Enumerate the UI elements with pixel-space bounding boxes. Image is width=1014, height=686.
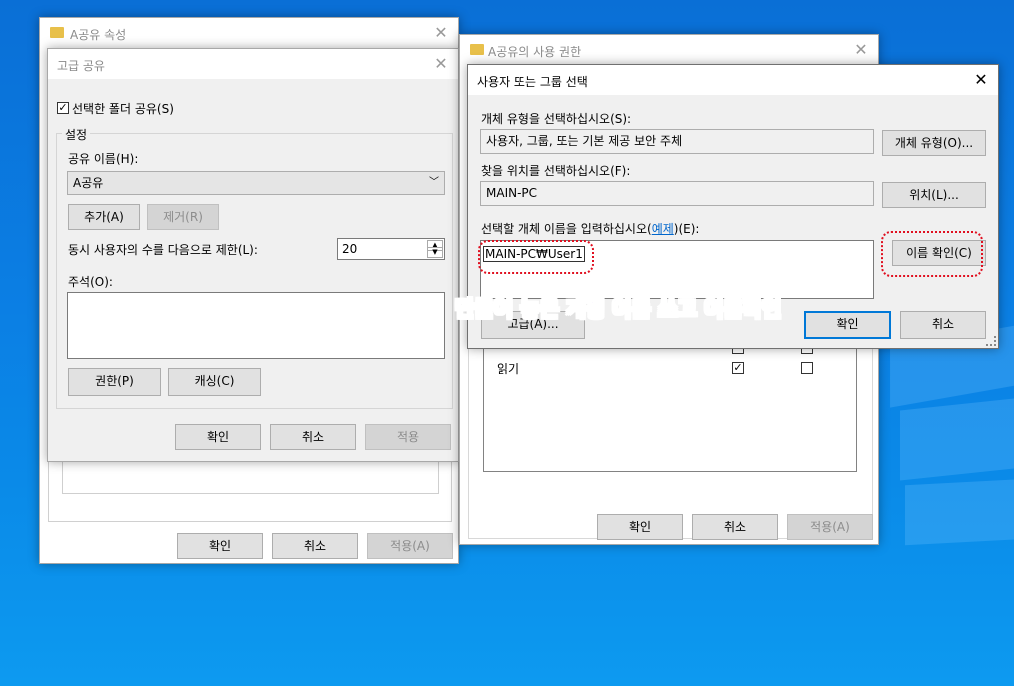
object-types-button[interactable]: 개체 유형(O)... [882, 130, 986, 156]
enter-names-label-suffix: )(E): [673, 222, 700, 236]
resize-grip-icon[interactable] [986, 336, 996, 346]
permissions-ok-button[interactable]: 확인 [597, 514, 683, 540]
close-icon[interactable]: ✕ [970, 69, 992, 91]
properties-title: A공유 속성 [70, 28, 127, 42]
close-icon[interactable]: ✕ [850, 39, 872, 61]
share-name-select[interactable]: A공유 ﹀ [67, 171, 445, 195]
permissions-cancel-button[interactable]: 취소 [692, 514, 778, 540]
object-type-label: 개체 유형을 선택하십시오(S): [481, 112, 632, 126]
entered-name-highlight [478, 240, 594, 274]
close-icon[interactable]: ✕ [430, 53, 452, 75]
properties-apply-button[interactable]: 적용(A) [367, 533, 453, 559]
check-names-highlight [881, 231, 983, 277]
spin-down-icon[interactable]: ▼ [427, 247, 443, 258]
object-type-value: 사용자, 그룹, 또는 기본 제공 보안 주체 [486, 134, 683, 148]
permissions-title: A공유의 사용 권한 [488, 45, 582, 59]
light-ray [905, 474, 1014, 546]
permissions-button[interactable]: 권한(P) [68, 368, 161, 396]
light-ray [900, 389, 1014, 481]
permissions-titlebar[interactable]: A공유의 사용 권한 ✕ [460, 35, 878, 65]
select-users-title: 사용자 또는 그룹 선택 [477, 75, 588, 89]
advanced-sharing-dialog: 고급 공유 ✕ ✓ 선택한 폴더 공유(S) 설정 공유 이름(H): A공유 … [47, 48, 459, 462]
user-limit-value: 20 [342, 242, 358, 256]
folder-icon [470, 44, 484, 55]
advanced-sharing-title: 고급 공유 [57, 59, 105, 73]
permissions-list [483, 335, 857, 472]
add-button[interactable]: 추가(A) [68, 204, 140, 230]
select-users-cancel-button[interactable]: 취소 [900, 311, 986, 339]
advanced-sharing-titlebar[interactable]: 고급 공유 ✕ [48, 49, 458, 79]
caching-button[interactable]: 캐싱(C) [168, 368, 261, 396]
read-allow-checkbox[interactable]: ✓ [732, 362, 744, 374]
remove-button[interactable]: 제거(R) [147, 204, 219, 230]
advanced-sharing-cancel-button[interactable]: 취소 [270, 424, 356, 450]
properties-ok-button[interactable]: 확인 [177, 533, 263, 559]
location-value: MAIN-PC [486, 186, 538, 200]
folder-icon [50, 27, 64, 38]
properties-inner-box [62, 458, 439, 494]
read-permission-label: 읽기 [497, 362, 520, 376]
share-folder-label: 선택한 폴더 공유(S) [72, 102, 174, 116]
locations-button[interactable]: 위치(L)... [882, 182, 986, 208]
share-name-label: 공유 이름(H): [68, 152, 139, 166]
examples-link[interactable]: 예제 [652, 222, 674, 236]
permissions-apply-button[interactable]: 적용(A) [787, 514, 873, 540]
location-label: 찾을 위치를 선택하십시오(F): [481, 164, 631, 178]
read-deny-checkbox[interactable] [801, 362, 813, 374]
instruction-annotation: 만들어 놓은 계정 이름 쓰고 이름확인 [454, 297, 782, 322]
properties-cancel-button[interactable]: 취소 [272, 533, 358, 559]
comment-textarea[interactable] [67, 292, 445, 359]
enter-names-label-text: 선택할 개체 이름을 입력하십시오( [481, 222, 652, 236]
settings-group-label: 설정 [62, 126, 91, 143]
share-name-value: A공유 [73, 176, 104, 190]
location-field: MAIN-PC [480, 181, 874, 206]
enter-names-label: 선택할 개체 이름을 입력하십시오(예제)(E): [481, 220, 699, 237]
chevron-down-icon: ﹀ [429, 177, 439, 188]
comment-label: 주석(O): [68, 275, 113, 289]
select-users-ok-button[interactable]: 확인 [804, 311, 891, 339]
user-limit-label: 동시 사용자의 수를 다음으로 제한(L): [68, 243, 258, 257]
advanced-sharing-ok-button[interactable]: 확인 [175, 424, 261, 450]
select-users-titlebar[interactable]: 사용자 또는 그룹 선택 ✕ [468, 65, 998, 95]
share-folder-checkbox[interactable]: ✓ [57, 102, 69, 114]
properties-titlebar[interactable]: A공유 속성 ✕ [40, 18, 458, 48]
advanced-sharing-apply-button[interactable]: 적용 [365, 424, 451, 450]
close-icon[interactable]: ✕ [430, 22, 452, 44]
user-limit-spinner[interactable]: 20 ▲ ▼ [337, 238, 445, 260]
object-type-field: 사용자, 그룹, 또는 기본 제공 보안 주체 [480, 129, 874, 154]
